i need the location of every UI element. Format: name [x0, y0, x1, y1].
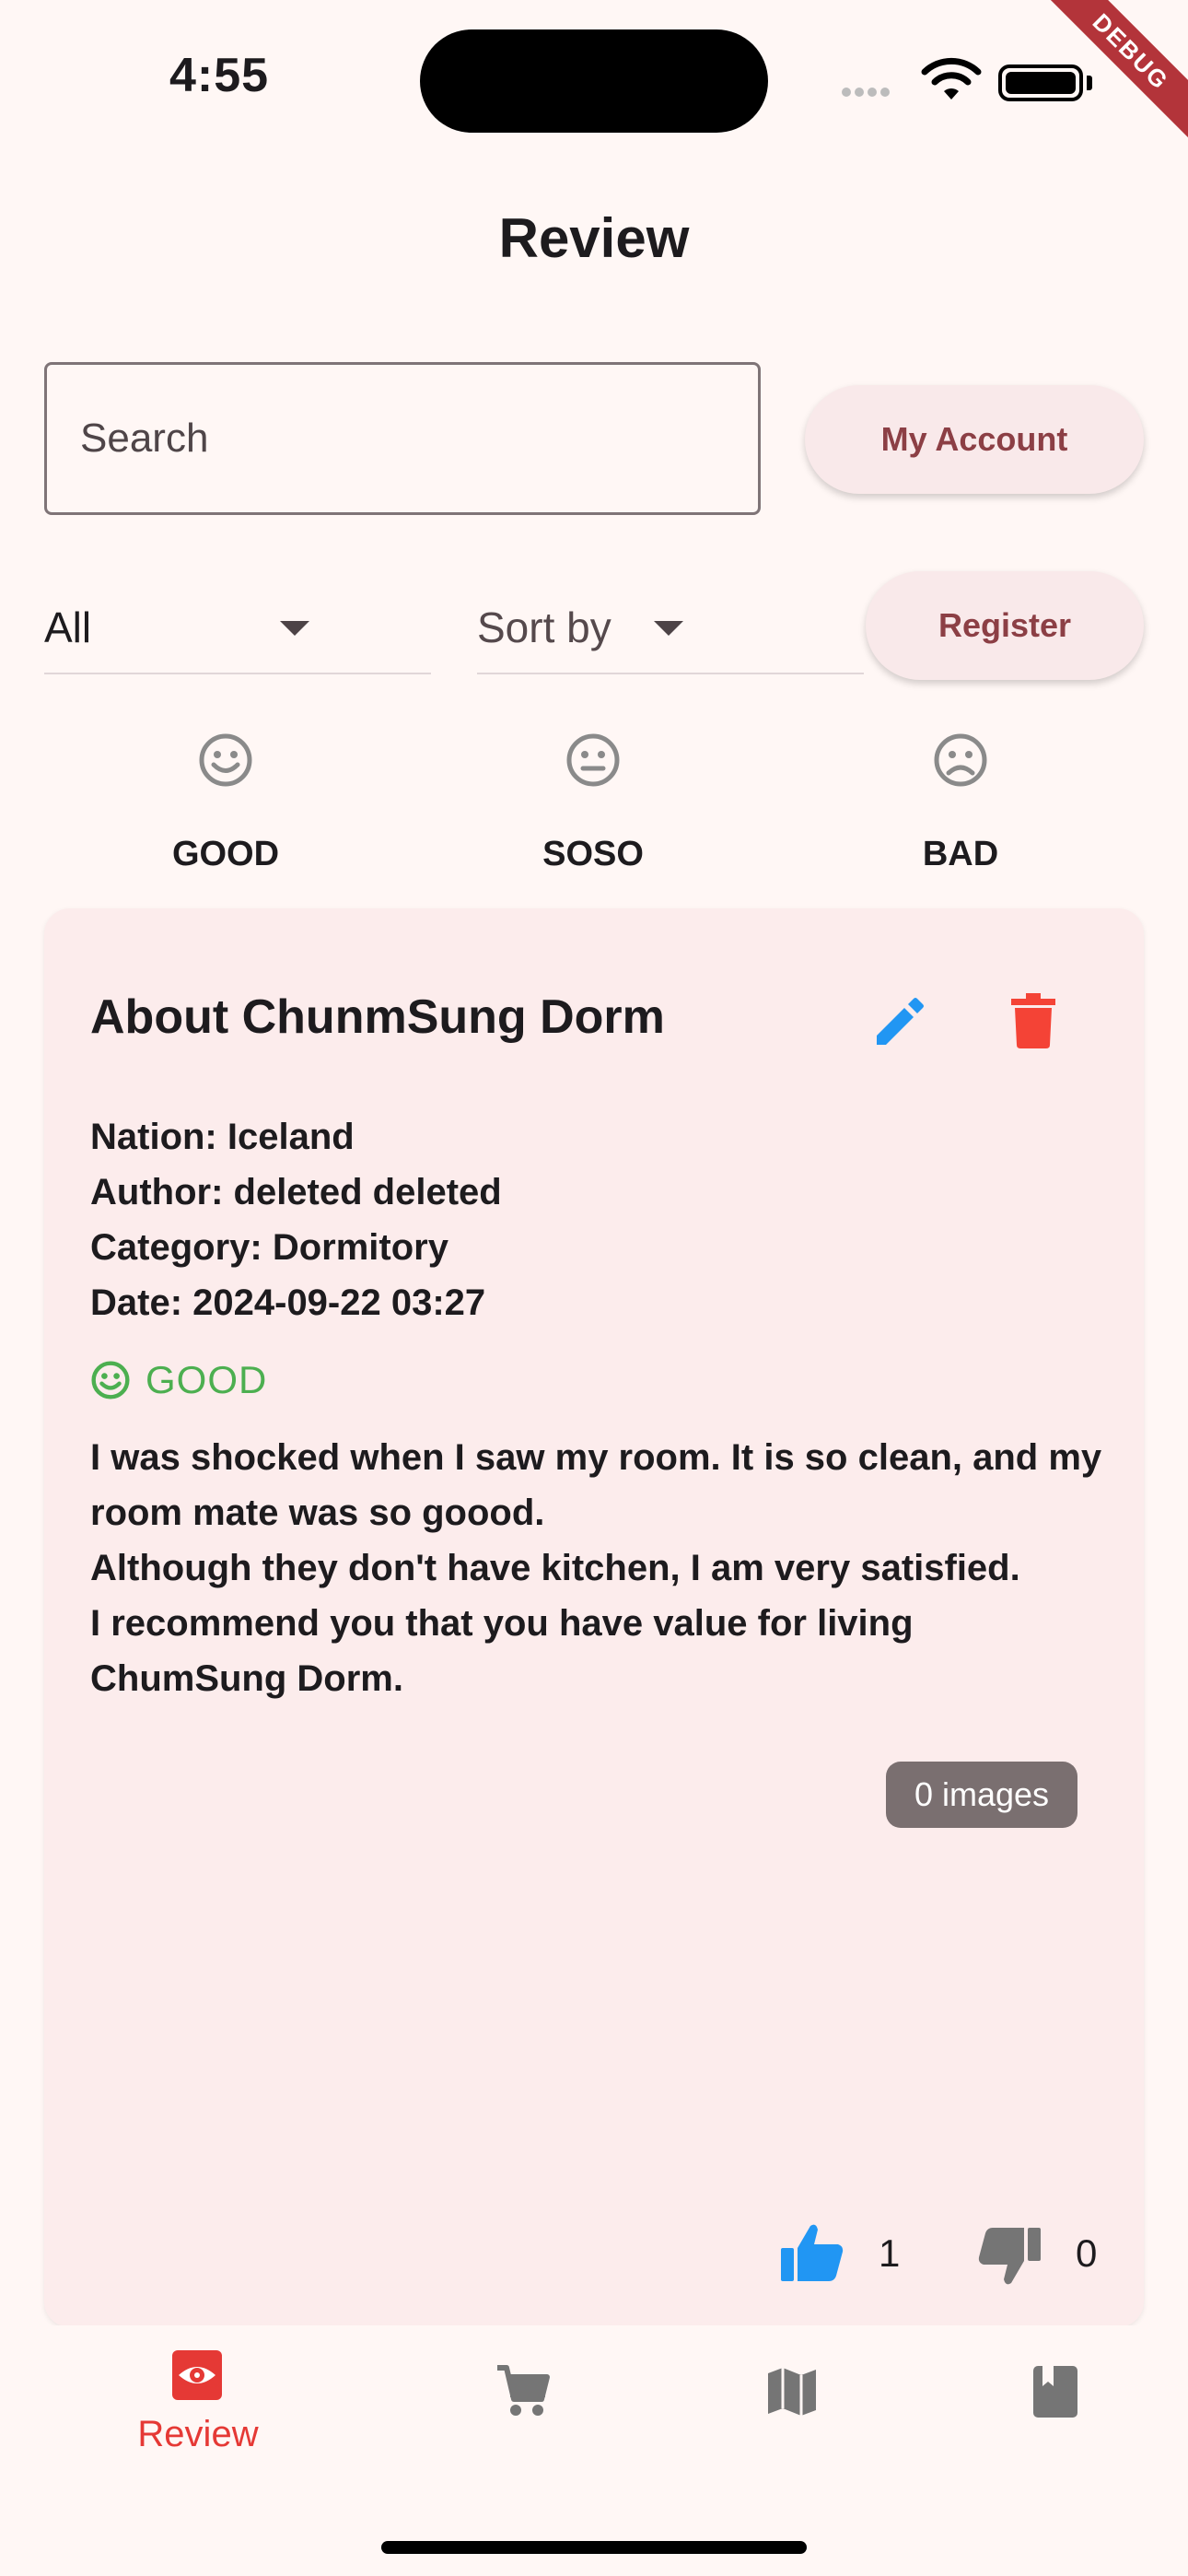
review-nation: Nation: Iceland [90, 1117, 355, 1157]
search-input[interactable] [78, 405, 727, 472]
caret-down-icon [654, 621, 683, 636]
delete-icon[interactable] [1007, 991, 1059, 1050]
rating-bad-label[interactable]: BAD [868, 835, 1053, 874]
rating-good-label[interactable]: GOOD [134, 835, 318, 874]
search-field[interactable] [44, 362, 761, 515]
like-count: 1 [879, 2231, 901, 2275]
dynamic-island [420, 29, 768, 133]
sort-dropdown[interactable]: Sort by [477, 571, 864, 674]
signal-icon [842, 85, 893, 101]
category-dropdown[interactable]: All [44, 571, 431, 674]
sort-dropdown-label: Sort by [477, 603, 611, 651]
book-icon[interactable] [1028, 2364, 1083, 2419]
review-date: Date: 2024-09-22 03:27 [90, 1282, 486, 1323]
neutral-face-icon[interactable] [565, 732, 621, 788]
dislike-count: 0 [1076, 2231, 1098, 2275]
rating-soso-label[interactable]: SOSO [501, 835, 685, 874]
eye-icon[interactable] [169, 2348, 225, 2403]
home-indicator [381, 2541, 807, 2554]
review-rating: GOOD [146, 1358, 268, 1401]
review-title: About ChunmSung Dorm [90, 990, 665, 1044]
caret-down-icon [280, 621, 309, 636]
battery-icon [998, 64, 1083, 101]
thumb-down-icon[interactable] [976, 2226, 1042, 2287]
status-time: 4:55 [169, 49, 270, 102]
review-author: Author: deleted deleted [90, 1172, 502, 1212]
cart-icon[interactable] [495, 2364, 551, 2419]
images-count-badge[interactable]: 0 images [886, 1762, 1077, 1828]
review-body: I was shocked when I saw my room. It is … [90, 1437, 1102, 1699]
wifi-icon [921, 57, 982, 100]
nav-review-label[interactable]: Review [92, 2414, 304, 2455]
map-icon[interactable] [764, 2364, 820, 2419]
register-button[interactable]: Register [866, 571, 1144, 680]
smile-icon[interactable] [198, 732, 253, 788]
smile-icon [91, 1361, 130, 1399]
sad-face-icon[interactable] [933, 732, 988, 788]
my-account-button[interactable]: My Account [805, 385, 1144, 494]
edit-icon[interactable] [869, 993, 928, 1052]
thumb-up-icon[interactable] [779, 2222, 845, 2283]
page-title: Review [498, 207, 690, 269]
battery-tip [1087, 76, 1092, 90]
review-category: Category: Dormitory [90, 1227, 448, 1268]
category-dropdown-value: All [44, 603, 92, 651]
